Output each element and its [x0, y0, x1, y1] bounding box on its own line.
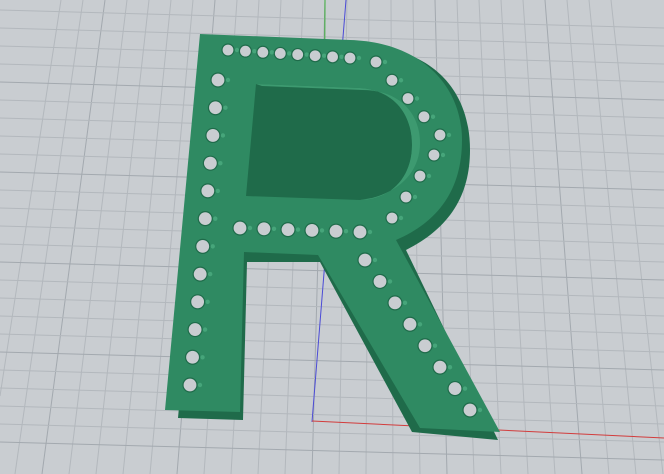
hole — [343, 51, 357, 65]
hole — [202, 155, 218, 171]
hole — [197, 211, 213, 227]
bead — [215, 188, 221, 194]
hole — [385, 73, 399, 87]
bead — [304, 52, 309, 57]
bead — [218, 160, 223, 166]
bead — [372, 257, 378, 263]
bead — [462, 386, 468, 391]
hole — [195, 238, 211, 254]
bead — [402, 300, 408, 306]
hole — [399, 190, 413, 204]
bead — [247, 225, 253, 231]
bead — [382, 59, 388, 65]
hole — [256, 221, 272, 237]
bead — [387, 279, 393, 284]
hole — [192, 266, 208, 282]
hole — [357, 252, 373, 268]
bead — [356, 55, 362, 61]
bead — [412, 194, 418, 200]
hole — [238, 44, 253, 58]
bead — [477, 407, 483, 413]
bead — [321, 53, 327, 58]
bead — [287, 51, 292, 56]
bead — [269, 50, 275, 55]
bead — [220, 133, 226, 138]
hole — [280, 222, 296, 238]
bead — [223, 105, 228, 110]
hole — [190, 294, 206, 310]
bead — [271, 226, 277, 231]
hole — [328, 223, 344, 239]
hole — [432, 359, 448, 375]
hole — [207, 100, 224, 116]
hole — [417, 338, 433, 354]
bead — [398, 78, 404, 83]
bead — [205, 299, 210, 305]
hole — [273, 46, 287, 61]
hole — [462, 402, 478, 418]
bead — [197, 382, 203, 388]
hole — [325, 50, 340, 64]
bead — [440, 152, 446, 158]
hole — [427, 148, 441, 162]
bead — [207, 271, 213, 277]
hole — [402, 316, 418, 332]
bead — [367, 229, 373, 235]
bead — [234, 47, 240, 53]
bead — [343, 229, 349, 234]
bead — [398, 215, 404, 221]
bead — [414, 96, 420, 101]
bead — [426, 173, 432, 179]
hole — [184, 349, 201, 365]
bead — [202, 327, 208, 332]
bead — [295, 227, 301, 232]
hole — [182, 377, 198, 393]
hole — [372, 273, 388, 290]
bead — [213, 216, 218, 221]
bead — [446, 132, 452, 138]
hole — [387, 295, 403, 311]
hole — [385, 211, 399, 225]
hole — [308, 49, 322, 63]
bead — [447, 364, 453, 370]
hole — [417, 110, 431, 124]
hole — [232, 220, 248, 236]
bead — [319, 228, 325, 233]
hole — [433, 128, 447, 142]
hole — [401, 91, 415, 106]
hole — [291, 47, 305, 62]
hole — [200, 183, 216, 199]
hole — [221, 43, 235, 57]
bead — [200, 355, 205, 360]
bead — [432, 343, 438, 348]
hole — [205, 127, 221, 144]
hole — [447, 380, 463, 397]
bead — [225, 77, 231, 83]
hole — [304, 222, 320, 238]
bead — [417, 322, 423, 327]
bead — [339, 54, 344, 60]
3d-viewport[interactable] — [0, 0, 664, 474]
hole — [256, 45, 270, 59]
hole — [187, 321, 203, 338]
hole — [413, 169, 427, 183]
bead — [210, 244, 215, 249]
hole — [210, 72, 226, 88]
bead — [430, 114, 436, 119]
bead — [252, 48, 257, 54]
hole — [352, 224, 368, 240]
hole — [369, 55, 383, 69]
